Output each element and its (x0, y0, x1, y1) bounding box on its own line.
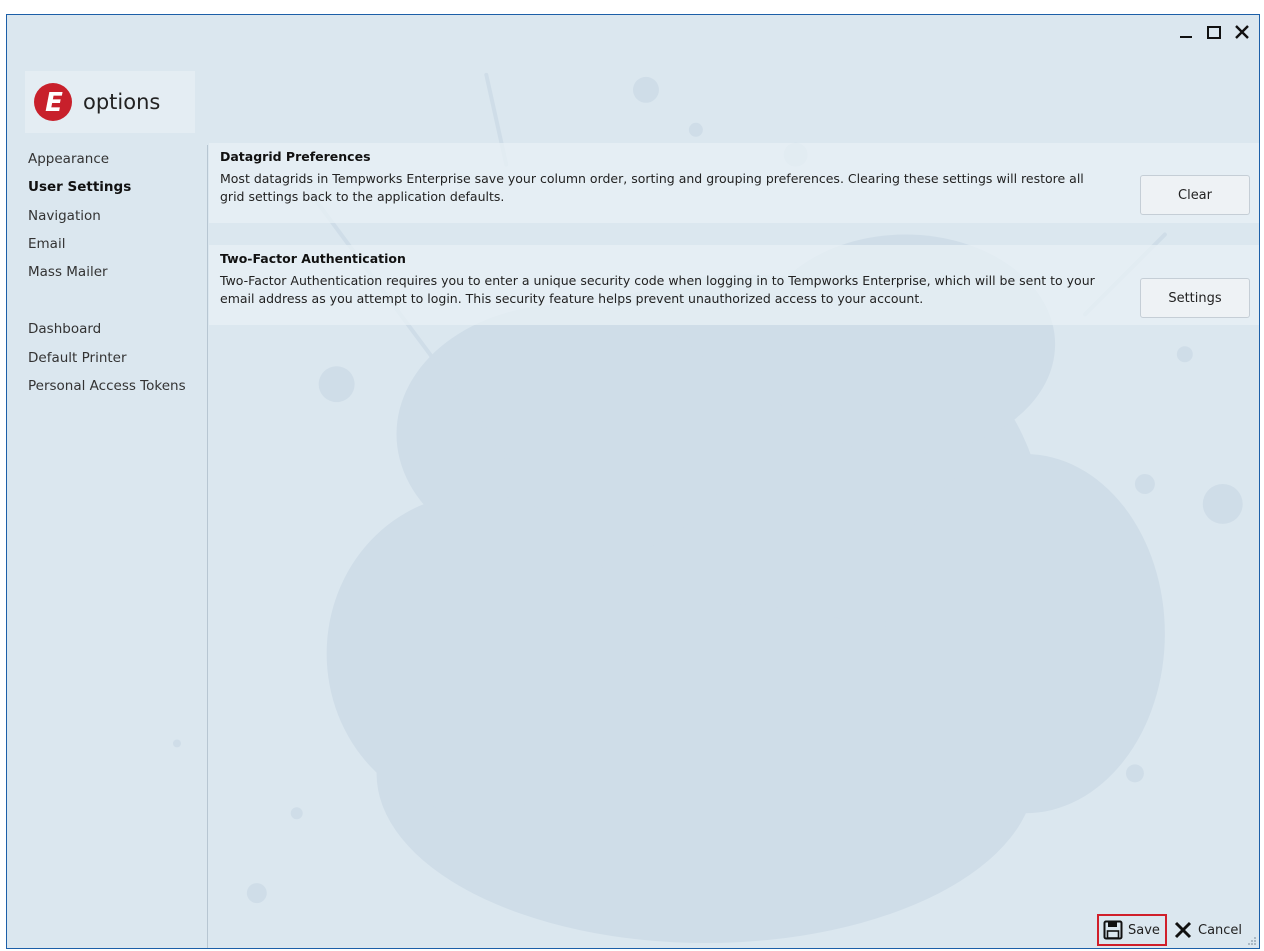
app-logo: E options (25, 71, 195, 133)
datagrid-preferences-title: Datagrid Preferences (220, 149, 371, 164)
sidebar: Appearance User Settings Navigation Emai… (7, 145, 208, 948)
two-factor-section: Two-Factor Authentication Two-Factor Aut… (209, 245, 1259, 325)
cancel-label: Cancel (1198, 922, 1243, 938)
datagrid-preferences-section: Datagrid Preferences Most datagrids in T… (209, 143, 1259, 223)
datagrid-preferences-description: Most datagrids in Tempworks Enterprise s… (220, 171, 1084, 204)
cancel-button[interactable]: Cancel (1169, 914, 1249, 946)
sidebar-item-dashboard[interactable]: Dashboard (28, 321, 101, 337)
save-button[interactable]: Save (1097, 914, 1167, 946)
floppy-disk-icon (1103, 920, 1123, 940)
minimize-icon[interactable] (1177, 23, 1195, 41)
close-icon[interactable] (1233, 23, 1251, 41)
sidebar-item-mass-mailer[interactable]: Mass Mailer (28, 264, 108, 280)
sidebar-item-navigation[interactable]: Navigation (28, 208, 101, 224)
sidebar-item-user-settings[interactable]: User Settings (28, 179, 131, 195)
x-icon (1174, 921, 1192, 939)
two-factor-title: Two-Factor Authentication (220, 251, 406, 266)
sidebar-item-default-printer[interactable]: Default Printer (28, 350, 127, 366)
sidebar-item-email[interactable]: Email (28, 236, 65, 252)
settings-button[interactable]: Settings (1140, 278, 1250, 318)
sidebar-item-personal-access-tokens[interactable]: Personal Access Tokens (28, 378, 186, 394)
save-label: Save (1128, 922, 1160, 938)
enterprise-logo-icon: E (34, 83, 72, 121)
two-factor-description: Two-Factor Authentication requires you t… (220, 273, 1095, 306)
clear-button[interactable]: Clear (1140, 175, 1250, 215)
sidebar-item-appearance[interactable]: Appearance (28, 151, 109, 167)
resize-grip-icon[interactable] (1247, 936, 1257, 946)
maximize-icon[interactable] (1205, 23, 1223, 41)
page-title: options (83, 90, 161, 114)
options-window: E options Appearance User Settings Navig… (6, 14, 1260, 949)
logo-letter: E (45, 88, 63, 118)
